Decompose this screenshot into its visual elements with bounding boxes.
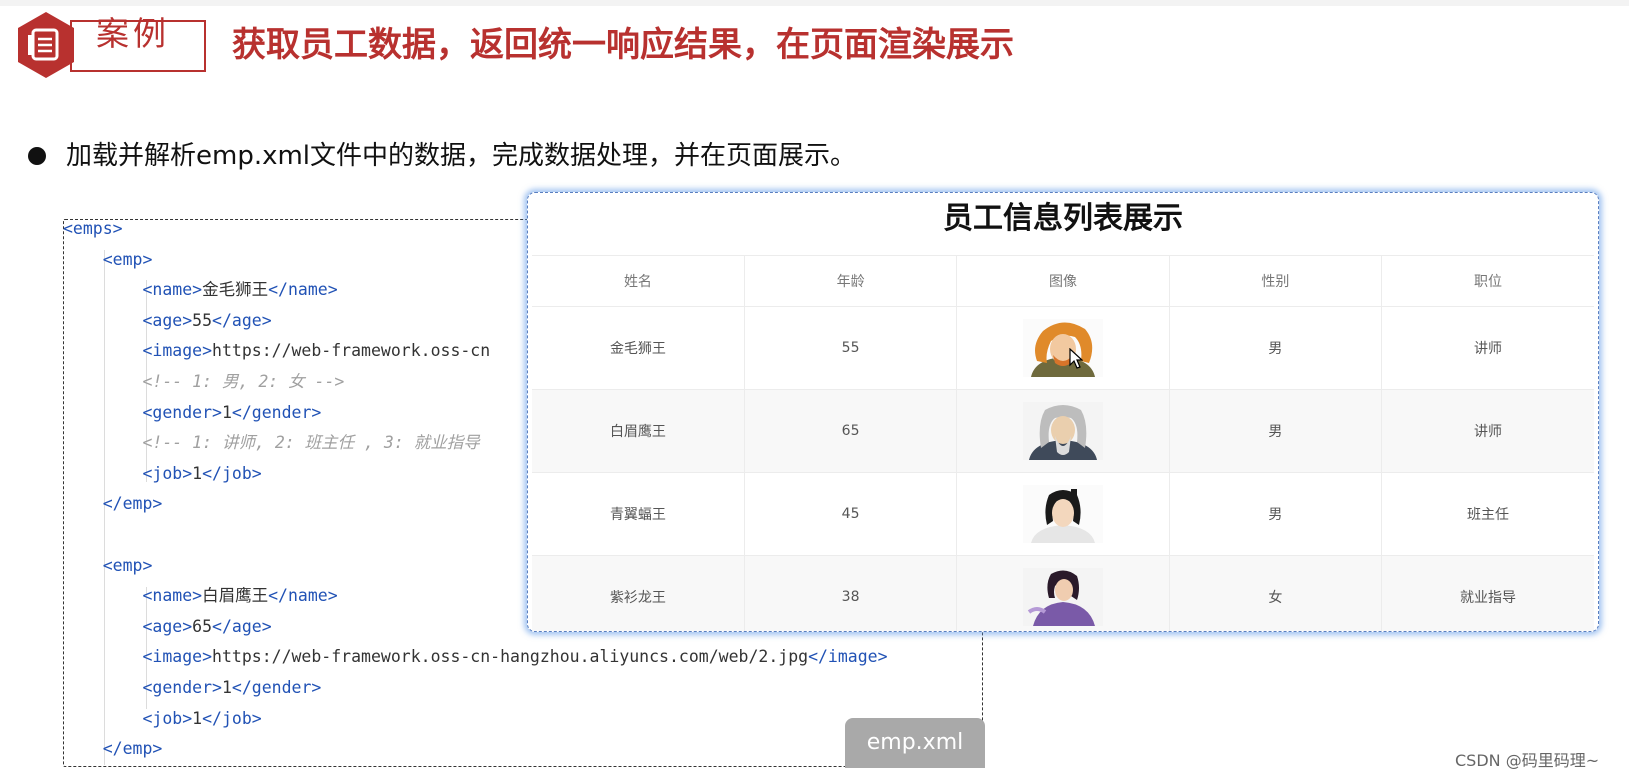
xml-tag: <emp> — [102, 249, 153, 269]
xml-text: 55 — [192, 310, 213, 330]
cell-image — [956, 555, 1170, 631]
xml-tag: <gender> — [142, 402, 222, 422]
xml-tag: <image> — [142, 341, 213, 361]
xml-tag: <age> — [142, 310, 193, 330]
xml-tag: </name> — [268, 586, 338, 606]
header-gender: 性别 — [1169, 255, 1383, 307]
xml-tag: <name> — [142, 280, 203, 300]
table-header-row: 姓名 年龄 图像 性别 职位 — [532, 255, 1594, 307]
page-title: 获取员工数据，返回统一响应结果，在页面渲染展示 — [232, 25, 1014, 65]
green-wing-bat-king-avatar — [1022, 485, 1103, 543]
cell-image — [956, 472, 1170, 556]
table-row: 金毛狮王 55 男 讲师 — [532, 306, 1594, 390]
xml-text: https://web-framework.oss-cn-hangzhou.al… — [212, 647, 809, 667]
header-image: 图像 — [956, 255, 1170, 307]
xml-comment: <!-- 1: 讲师, 2: 班主任 , 3: 就业指导 — [142, 433, 480, 453]
cell-job: 讲师 — [1381, 389, 1594, 473]
cell-age: 65 — [744, 389, 958, 473]
cell-name: 白眉鹰王 — [532, 389, 745, 473]
xml-tag: </emp> — [102, 494, 163, 514]
golden-lion-king-avatar — [1022, 319, 1103, 377]
cell-image — [956, 389, 1170, 473]
cell-gender: 女 — [1169, 555, 1383, 631]
xml-text: 白眉鹰王 — [202, 586, 269, 606]
file-name-label: emp.xml — [845, 718, 985, 768]
cell-age: 45 — [744, 472, 958, 556]
cell-gender: 男 — [1169, 472, 1383, 556]
xml-tag: </age> — [212, 310, 272, 330]
xml-tag: <age> — [142, 616, 193, 636]
table-row: 紫衫龙王 38 女 就业指导 — [532, 555, 1594, 631]
bullet-dot — [28, 147, 46, 165]
table-row: 青翼蝠王 45 男 班主任 — [532, 472, 1594, 556]
employee-table: 姓名 年龄 图像 性别 职位 金毛狮王 55 男 讲师 白眉鹰王 65 男 讲师… — [532, 255, 1594, 631]
cell-job: 讲师 — [1381, 306, 1594, 390]
xml-text: 1 — [192, 708, 203, 728]
cell-name: 青翼蝠王 — [532, 472, 745, 556]
cell-gender: 男 — [1169, 389, 1383, 473]
xml-tag: </gender> — [231, 677, 322, 697]
code-line: <gender>1</gender> — [63, 673, 888, 704]
xml-tag: </name> — [268, 280, 338, 300]
purple-robe-dragon-king-avatar — [1022, 568, 1103, 626]
watermark: CSDN @码里码理~ — [1455, 751, 1600, 770]
employee-list-panel: 员工信息列表展示 姓名 年龄 图像 性别 职位 金毛狮王 55 男 讲师 白眉鹰… — [527, 192, 1599, 632]
xml-tag: <emps> — [63, 219, 123, 238]
header-job: 职位 — [1381, 255, 1594, 307]
xml-tag: </emp> — [102, 739, 163, 759]
cell-age: 38 — [744, 555, 958, 631]
xml-tag: </gender> — [231, 402, 322, 422]
code-line: <job>1</job> — [63, 704, 888, 735]
xml-text: https://web-framework.oss-cn — [212, 341, 491, 361]
xml-tag: <job> — [142, 708, 193, 728]
xml-tag: <emp> — [102, 555, 153, 575]
xml-tag: </age> — [212, 616, 272, 636]
cell-job: 就业指导 — [1381, 555, 1594, 631]
mouse-cursor-icon — [1069, 348, 1083, 369]
cell-age: 55 — [744, 306, 958, 390]
cell-image — [956, 306, 1170, 390]
cell-name: 紫衫龙王 — [532, 555, 745, 631]
code-line: </emp> — [63, 734, 888, 765]
xml-text: 65 — [192, 616, 213, 636]
cell-job: 班主任 — [1381, 472, 1594, 556]
xml-tag: </job> — [202, 708, 262, 728]
cell-gender: 男 — [1169, 306, 1383, 390]
white-brow-eagle-king-avatar — [1022, 402, 1103, 460]
cell-name: 金毛狮王 — [532, 306, 745, 390]
header-age: 年龄 — [744, 255, 958, 307]
xml-tag: <name> — [142, 586, 203, 606]
xml-comment: <!-- 1: 男, 2: 女 --> — [142, 371, 345, 391]
xml-text: 金毛狮王 — [202, 280, 269, 300]
badge-label: 案例 — [96, 14, 170, 53]
document-icon — [18, 12, 74, 78]
xml-text: 1 — [192, 463, 203, 483]
employee-list-title: 员工信息列表展示 — [943, 201, 1183, 236]
xml-tag: <image> — [142, 647, 213, 667]
xml-tag: </job> — [202, 463, 262, 483]
bullet-text: 加载并解析emp.xml文件中的数据，完成数据处理，并在页面展示。 — [66, 141, 857, 171]
xml-tag: </image> — [808, 647, 888, 667]
xml-text: 1 — [221, 677, 232, 697]
xml-tag: <job> — [142, 463, 193, 483]
xml-tag: <gender> — [142, 677, 222, 697]
header-name: 姓名 — [532, 255, 745, 307]
code-line: <image>https://web-framework.oss-cn-hang… — [63, 642, 888, 673]
top-divider — [0, 0, 1629, 6]
xml-text: 1 — [221, 402, 232, 422]
table-row: 白眉鹰王 65 男 讲师 — [532, 389, 1594, 473]
